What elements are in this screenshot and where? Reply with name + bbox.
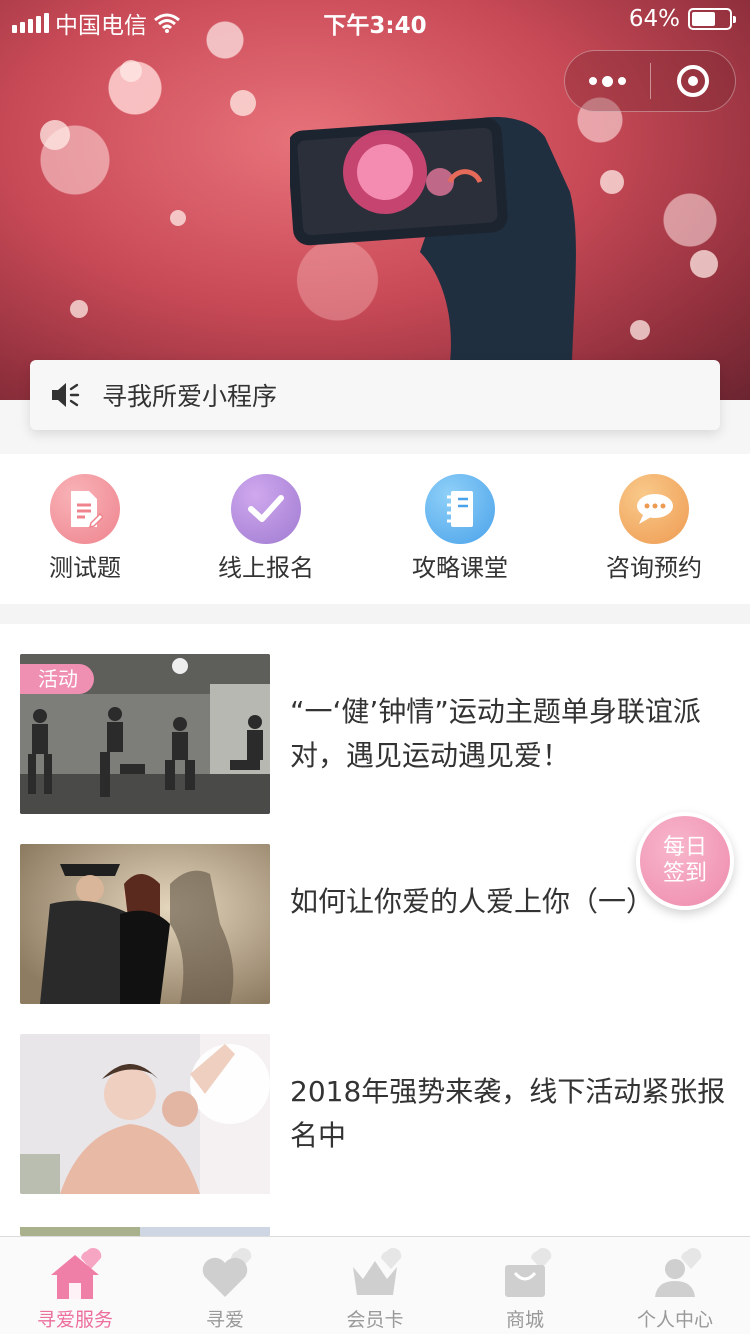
article-title: 2018年强势来袭，线下活动紧张报名中 bbox=[290, 1075, 726, 1152]
speaker-icon bbox=[52, 383, 80, 407]
phone-in-hand-image bbox=[290, 117, 576, 362]
bokeh-light bbox=[230, 90, 256, 116]
checkmark-icon bbox=[231, 474, 301, 544]
bokeh-light bbox=[170, 210, 186, 226]
article-item[interactable]: 2018年强势来袭，线下活动紧张报名中 bbox=[20, 1034, 730, 1194]
document-edit-icon bbox=[50, 474, 120, 544]
bokeh-light bbox=[70, 300, 88, 318]
quick-item-test[interactable]: 测试题 bbox=[15, 474, 155, 583]
quick-item-signup[interactable]: 线上报名 bbox=[196, 474, 336, 583]
bottom-tab-bar: 寻爱服务 寻爱 会员卡 商城 个人中心 bbox=[0, 1236, 750, 1334]
tab-label: 个人中心 bbox=[636, 1309, 713, 1331]
signin-label-line2: 签到 bbox=[662, 861, 707, 886]
user-icon bbox=[655, 1247, 702, 1297]
tab-service[interactable]: 寻爱服务 bbox=[0, 1237, 150, 1334]
home-heart-icon bbox=[51, 1247, 102, 1299]
bokeh-light bbox=[630, 320, 650, 340]
daily-signin-button[interactable]: 每日 签到 bbox=[636, 812, 734, 910]
bokeh-light bbox=[600, 170, 624, 194]
battery-icon bbox=[688, 8, 736, 30]
article-title: “一‘健’钟情”运动主题单身联谊派对，遇见运动遇见爱！ bbox=[290, 695, 701, 772]
battery-level bbox=[692, 12, 716, 26]
article-thumbnail-couple-dance bbox=[20, 844, 270, 1004]
notice-text: 寻我所爱小程序 bbox=[102, 382, 278, 411]
shopping-bag-icon bbox=[505, 1247, 552, 1297]
bokeh-light bbox=[690, 250, 718, 278]
activity-tag: 活动 bbox=[20, 664, 94, 694]
article-item[interactable]: 活动 “一‘健’钟情”运动主题单身联谊派对，遇见运动遇见爱！ bbox=[20, 654, 730, 814]
tab-profile[interactable]: 个人中心 bbox=[600, 1237, 750, 1334]
section-divider bbox=[0, 604, 750, 624]
quick-item-label: 咨询预约 bbox=[606, 554, 702, 582]
close-miniprogram-button[interactable] bbox=[651, 51, 736, 111]
tab-love[interactable]: 寻爱 bbox=[150, 1237, 300, 1334]
status-bar: 中国电信 下午3:40 64% bbox=[0, 0, 750, 40]
tab-label: 商城 bbox=[505, 1309, 544, 1331]
notebook-icon bbox=[425, 474, 495, 544]
quick-item-label: 测试题 bbox=[49, 554, 121, 582]
chat-bubbles-icon bbox=[619, 474, 689, 544]
tab-mall[interactable]: 商城 bbox=[450, 1237, 600, 1334]
quick-item-consult[interactable]: 咨询预约 bbox=[584, 474, 724, 583]
quick-menu: 测试题 线上报名 攻略课堂 咨询预约 bbox=[0, 454, 750, 604]
target-circle-icon bbox=[676, 65, 709, 97]
article-thumbnail-partial bbox=[20, 1224, 270, 1236]
article-thumbnail-couple bbox=[20, 1034, 270, 1194]
quick-item-label: 线上报名 bbox=[218, 554, 314, 582]
signin-label-line1: 每日 bbox=[662, 835, 707, 860]
article-item[interactable]: 如何让你爱的人爱上你（一） bbox=[20, 844, 730, 1004]
tab-label: 会员卡 bbox=[346, 1309, 404, 1331]
tab-membership[interactable]: 会员卡 bbox=[300, 1237, 450, 1334]
article-item-partial[interactable] bbox=[20, 1224, 730, 1236]
quick-item-course[interactable]: 攻略课堂 bbox=[390, 474, 530, 583]
crown-icon bbox=[353, 1247, 402, 1295]
bokeh-light bbox=[40, 120, 70, 150]
heart-icon bbox=[202, 1247, 252, 1297]
miniprogram-capsule bbox=[564, 50, 736, 112]
more-dots-icon bbox=[588, 75, 626, 87]
notice-bar[interactable]: 寻我所爱小程序 bbox=[30, 360, 720, 430]
quick-item-label: 攻略课堂 bbox=[412, 554, 508, 582]
tab-label: 寻爱服务 bbox=[36, 1309, 113, 1331]
battery-percent: 64% bbox=[628, 6, 680, 32]
bokeh-light bbox=[120, 60, 142, 82]
tab-label: 寻爱 bbox=[205, 1309, 244, 1331]
more-button[interactable] bbox=[565, 51, 650, 111]
